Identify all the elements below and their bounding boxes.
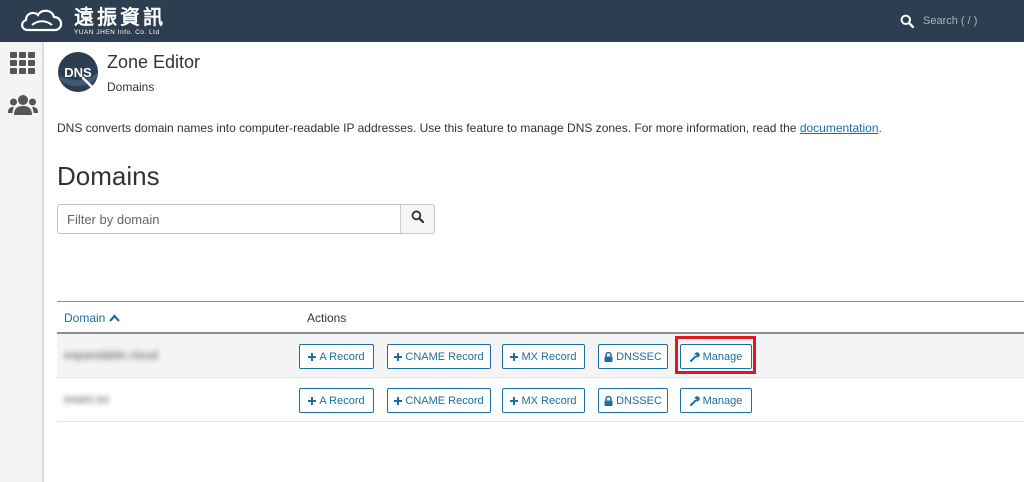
search-icon bbox=[900, 14, 914, 28]
cname-record-button[interactable]: CNAME Record bbox=[387, 344, 491, 369]
apps-grid-icon[interactable] bbox=[10, 52, 35, 79]
lock-icon bbox=[604, 351, 613, 362]
a-record-button[interactable]: A Record bbox=[299, 344, 374, 369]
sort-asc-icon bbox=[105, 311, 121, 325]
svg-text:DNS: DNS bbox=[64, 65, 92, 80]
plus-icon bbox=[510, 352, 519, 361]
documentation-link[interactable]: documentation bbox=[800, 121, 879, 135]
users-icon[interactable] bbox=[8, 94, 38, 121]
page-title: Domains bbox=[57, 161, 160, 191]
search-icon bbox=[411, 210, 425, 228]
column-header-domain[interactable]: Domain bbox=[64, 311, 121, 325]
manage-label: Manage bbox=[702, 394, 743, 407]
brand-name-cn: 遠振資訊 bbox=[74, 4, 166, 29]
cname-record-label: CNAME Record bbox=[405, 394, 484, 407]
dnssec-button[interactable]: DNSSEC bbox=[598, 344, 668, 369]
brand-name-en: YUAN JHEN Info. Co. Ltd bbox=[74, 28, 160, 36]
mx-record-button[interactable]: MX Record bbox=[502, 344, 585, 369]
app-subtitle: Domains bbox=[107, 80, 155, 94]
dnssec-button[interactable]: DNSSEC bbox=[598, 388, 668, 413]
cname-record-label: CNAME Record bbox=[405, 350, 484, 363]
plus-icon bbox=[308, 352, 317, 361]
plus-icon bbox=[510, 396, 519, 405]
a-record-button[interactable]: A Record bbox=[299, 388, 374, 413]
table-header: Domain Actions bbox=[57, 301, 1024, 334]
app-title: Zone Editor bbox=[107, 52, 201, 72]
manage-label: Manage bbox=[702, 350, 743, 363]
dnssec-label: DNSSEC bbox=[616, 350, 662, 363]
domain-header-label: Domain bbox=[64, 311, 106, 325]
plus-icon bbox=[394, 352, 403, 361]
filter-domain-input[interactable] bbox=[57, 204, 401, 234]
description-text: DNS converts domain names into computer-… bbox=[57, 121, 800, 135]
global-search[interactable]: Search ( / ) bbox=[900, 11, 977, 31]
brand-logo[interactable]: 遠振資訊 YUAN JHEN Info. Co. Ltd bbox=[18, 4, 166, 38]
a-record-label: A Record bbox=[319, 394, 365, 407]
lock-icon bbox=[604, 395, 613, 406]
description-suffix: . bbox=[878, 121, 882, 135]
mx-record-label: MX Record bbox=[521, 350, 577, 363]
table-row: exam.ex A Record CNAME Record MX Record … bbox=[57, 378, 1024, 422]
search-placeholder: Search ( / ) bbox=[923, 15, 978, 27]
filter-search-button[interactable] bbox=[400, 204, 435, 234]
plus-icon bbox=[394, 396, 403, 405]
domain-name: expandable.cloud bbox=[64, 348, 159, 362]
table-row: expandable.cloud A Record CNAME Record M… bbox=[57, 334, 1024, 378]
top-bar: 遠振資訊 YUAN JHEN Info. Co. Ltd Search ( / … bbox=[0, 0, 1024, 42]
plus-icon bbox=[308, 396, 317, 405]
manage-button[interactable]: Manage bbox=[680, 388, 752, 413]
column-header-actions: Actions bbox=[307, 311, 347, 325]
a-record-label: A Record bbox=[319, 350, 365, 363]
domain-name: exam.ex bbox=[64, 392, 110, 406]
mx-record-button[interactable]: MX Record bbox=[502, 388, 585, 413]
page-description: DNS converts domain names into computer-… bbox=[57, 121, 882, 135]
left-rail bbox=[0, 42, 44, 482]
wrench-icon bbox=[689, 351, 700, 362]
manage-button[interactable]: Manage bbox=[680, 344, 752, 369]
wrench-icon bbox=[689, 395, 700, 406]
zone-editor-icon: DNS bbox=[57, 51, 99, 93]
cloud-logo-icon bbox=[18, 6, 66, 36]
cname-record-button[interactable]: CNAME Record bbox=[387, 388, 491, 413]
mx-record-label: MX Record bbox=[521, 394, 577, 407]
dnssec-label: DNSSEC bbox=[616, 394, 662, 407]
domains-table: Domain Actions expandable.cloud A Record… bbox=[57, 301, 1024, 422]
